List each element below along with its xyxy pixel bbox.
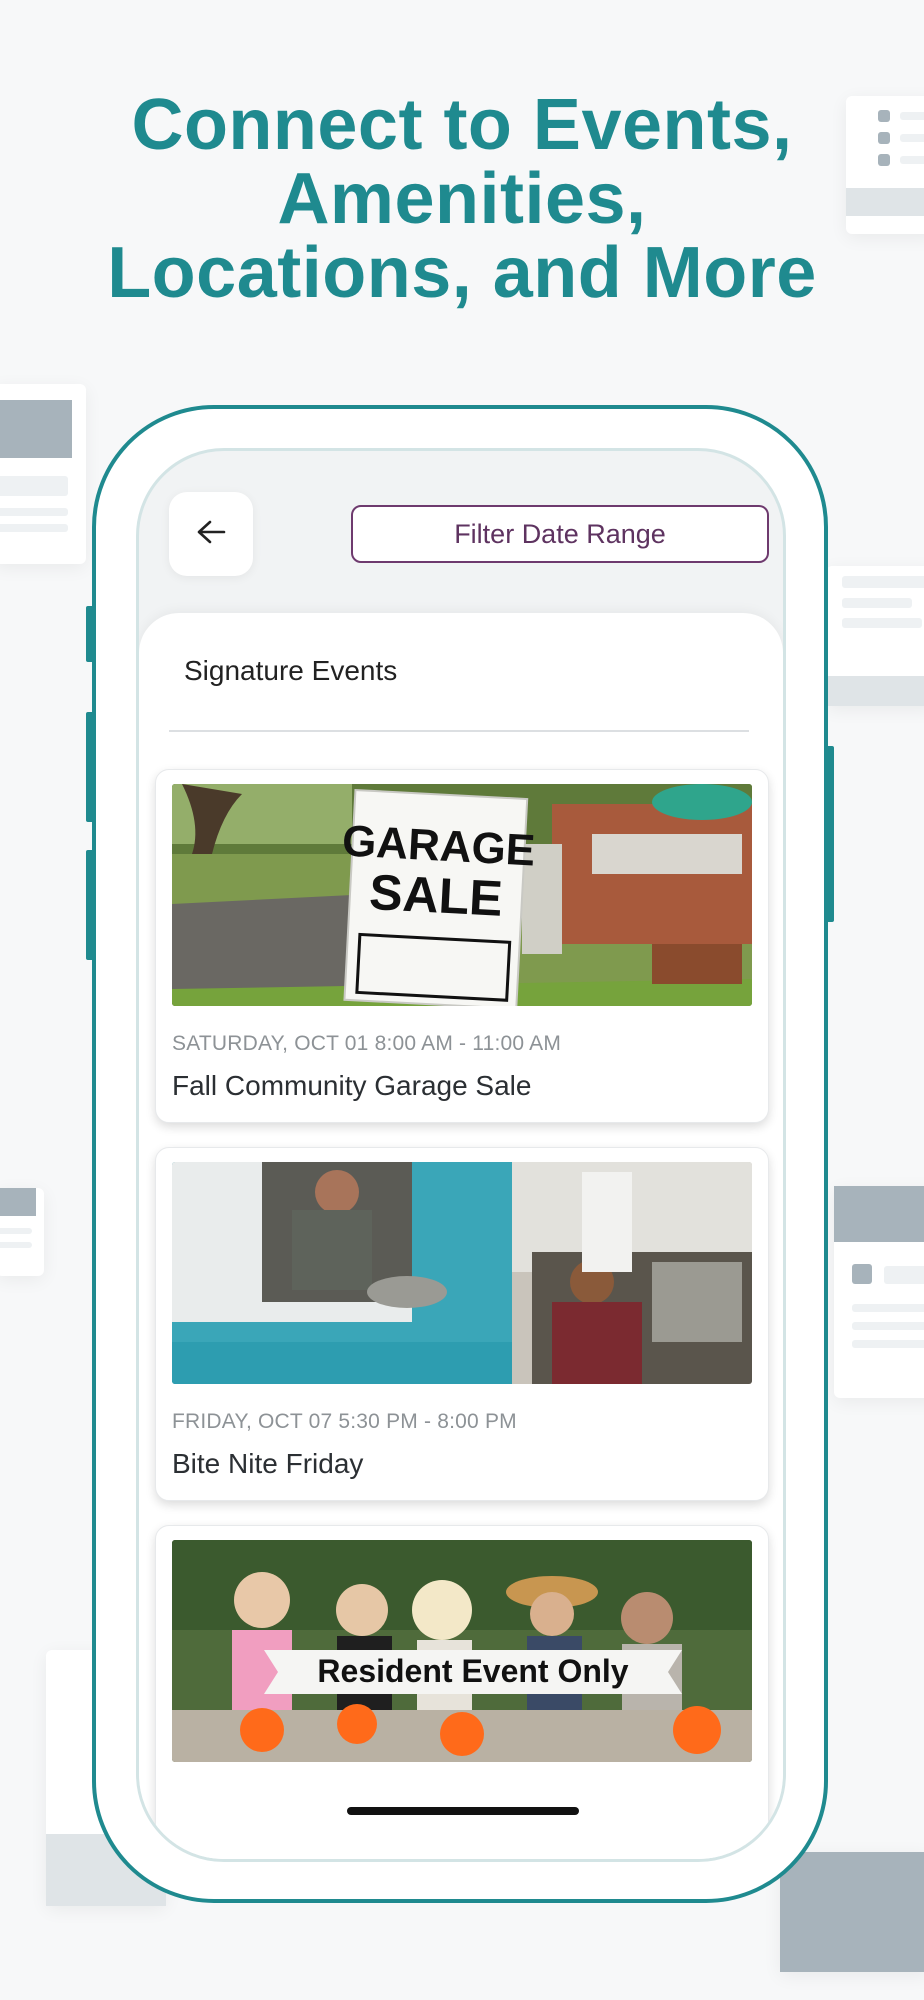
headline: Connect to Events, Amenities, Locations,… [0, 88, 924, 310]
divider [169, 730, 749, 732]
phone-side-button [826, 746, 834, 922]
headline-line-2: Amenities, [277, 159, 647, 239]
event-image-food-truck [172, 1162, 752, 1384]
headline-line-1: Connect to Events, [131, 85, 793, 165]
events-sheet: Signature Events GARAGE SALE SATURDAY, O… [139, 613, 783, 1859]
arrow-left-icon [196, 520, 226, 549]
event-title: Bite Nite Friday [172, 1448, 364, 1479]
event-card[interactable]: GARAGE SALE SATURDAY, OCT 01 8:00 AM - 1… [155, 769, 769, 1123]
decor-card-left-mid [0, 1188, 44, 1276]
decor-block-bottom-right [780, 1852, 924, 1972]
event-card[interactable]: FRIDAY, OCT 07 5:30 PM - 8:00 PM Bite Ni… [155, 1147, 769, 1501]
phone-screen: Filter Date Range Signature Events GARAG… [136, 448, 786, 1862]
event-image-resident-event: Resident Event Only [172, 1540, 752, 1762]
sign-text-line2: SALE [368, 864, 504, 927]
phone-side-button [86, 606, 94, 662]
section-title: Signature Events [184, 655, 398, 686]
event-image-garage-sale: GARAGE SALE [172, 784, 752, 1006]
headline-line-3: Locations, and More [107, 233, 817, 313]
decor-card-left-top [0, 384, 86, 564]
home-indicator [347, 1807, 579, 1815]
resident-event-banner: Resident Event Only [317, 1653, 628, 1689]
decor-card-top-right [846, 96, 924, 234]
back-button[interactable] [169, 492, 253, 576]
filter-date-range-button[interactable]: Filter Date Range [351, 505, 769, 563]
phone-side-button [86, 712, 94, 822]
event-date: FRIDAY, OCT 07 5:30 PM - 8:00 PM [172, 1410, 517, 1433]
phone-side-button [86, 850, 94, 960]
event-title: Fall Community Garage Sale [172, 1070, 532, 1101]
decor-card-right-mid [826, 566, 924, 706]
event-date: SATURDAY, OCT 01 8:00 AM - 11:00 AM [172, 1032, 562, 1055]
decor-card-right-low [834, 1186, 924, 1398]
